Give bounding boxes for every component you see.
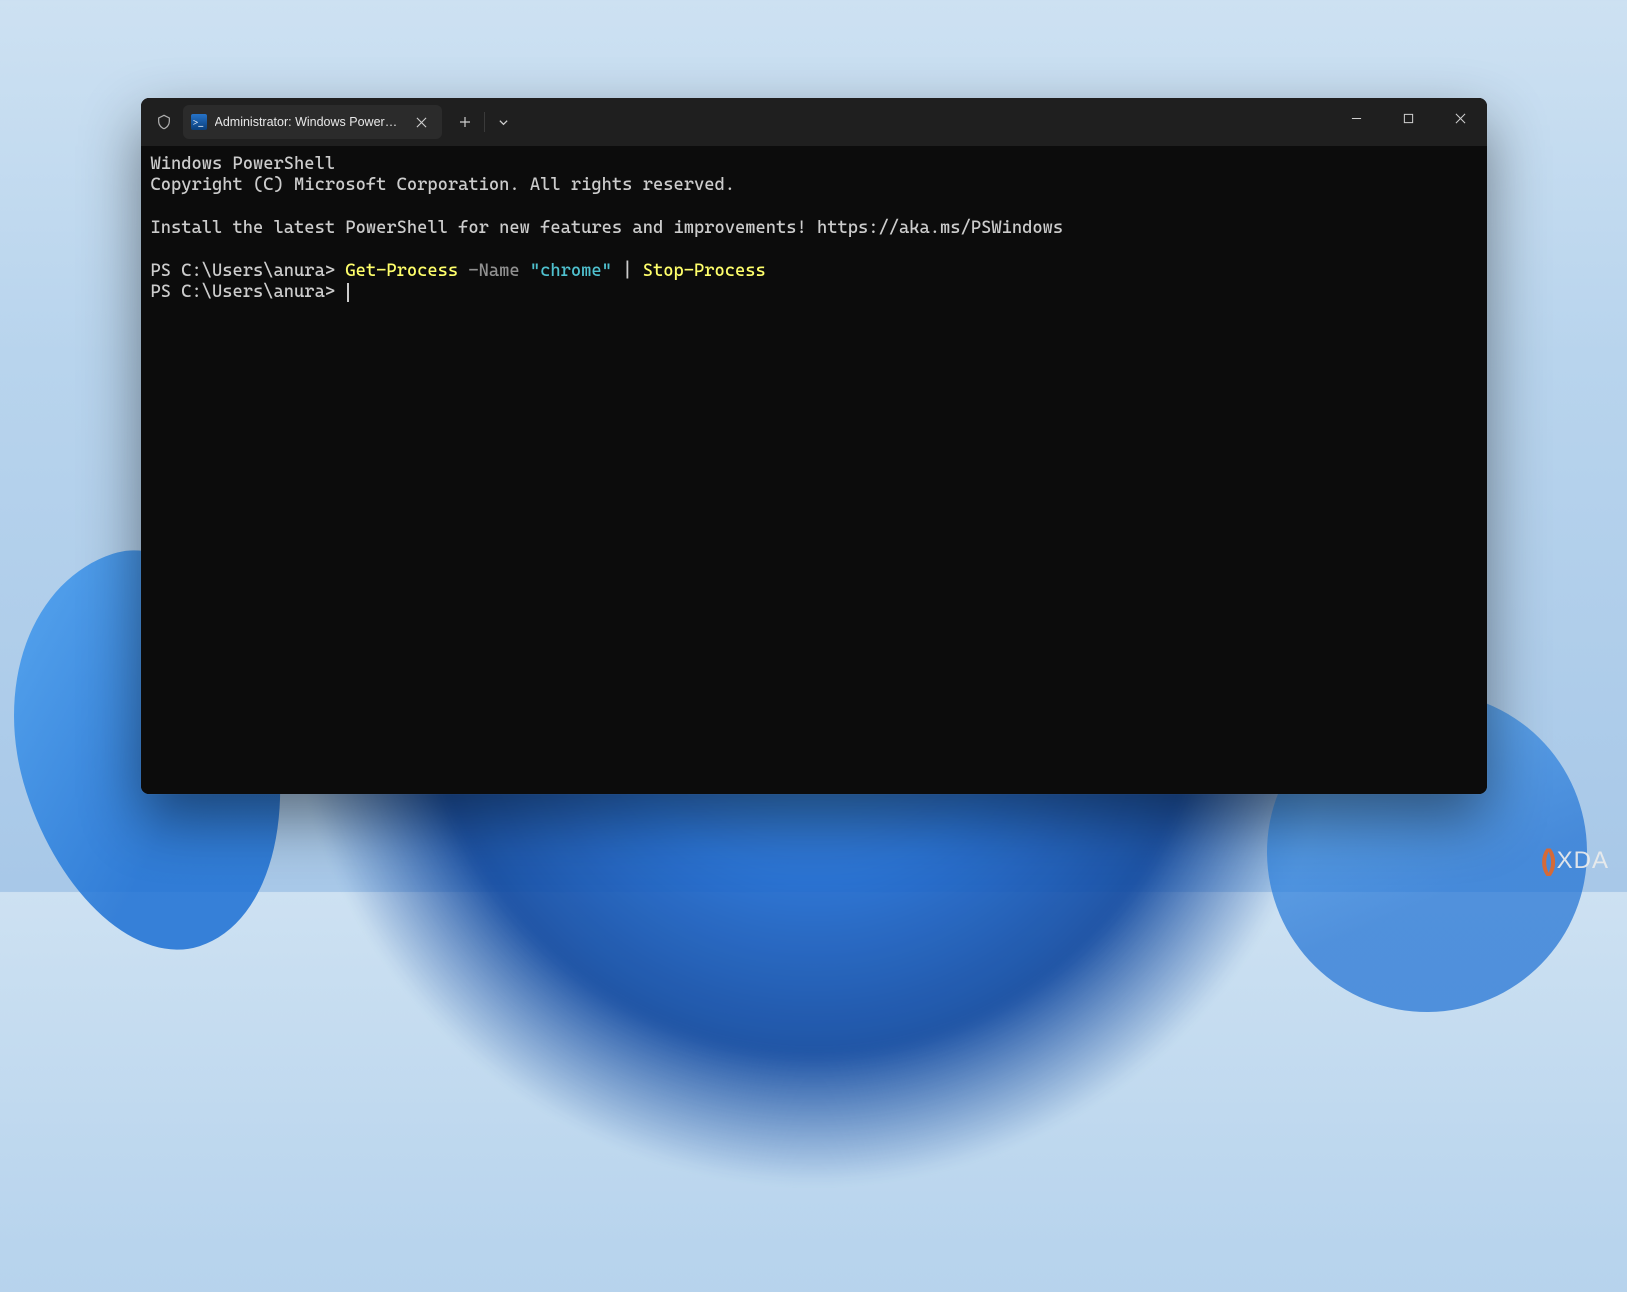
maximize-button[interactable] — [1383, 98, 1435, 138]
watermark-bracket: () — [1541, 844, 1553, 878]
minimize-button[interactable] — [1331, 98, 1383, 138]
window-controls — [1331, 98, 1487, 146]
xda-watermark: () XDA — [1541, 844, 1609, 878]
output-line: Windows PowerShell — [151, 154, 336, 174]
prompt: PS C:\Users\anura> — [151, 261, 346, 281]
new-tab-button[interactable] — [448, 105, 482, 139]
admin-shield-icon — [147, 114, 181, 130]
terminal-window: >_ Administrator: Windows PowerShell — [141, 98, 1487, 794]
close-button[interactable] — [1435, 98, 1487, 138]
cursor — [347, 283, 349, 302]
parameter: -Name — [458, 261, 530, 281]
cmdlet: Stop-Process — [643, 261, 766, 281]
cmdlet: Get-Process — [345, 261, 458, 281]
prompt: PS C:\Users\anura> — [151, 282, 346, 302]
pipe-operator: | — [612, 261, 643, 281]
tab-powershell[interactable]: >_ Administrator: Windows PowerShell — [183, 105, 442, 139]
watermark-text: XDA — [1557, 847, 1609, 875]
tab-title: Administrator: Windows PowerShell — [215, 115, 400, 129]
terminal-output[interactable]: Windows PowerShell Copyright (C) Microso… — [141, 146, 1487, 794]
powershell-icon: >_ — [191, 114, 207, 130]
svg-text:>_: >_ — [192, 118, 202, 129]
divider — [484, 112, 485, 132]
tab-close-button[interactable] — [412, 112, 432, 132]
output-line: Install the latest PowerShell for new fe… — [151, 218, 1064, 238]
string-literal: "chrome" — [530, 261, 612, 281]
output-line: Copyright (C) Microsoft Corporation. All… — [151, 175, 735, 195]
tab-dropdown-button[interactable] — [487, 105, 521, 139]
titlebar[interactable]: >_ Administrator: Windows PowerShell — [141, 98, 1487, 146]
